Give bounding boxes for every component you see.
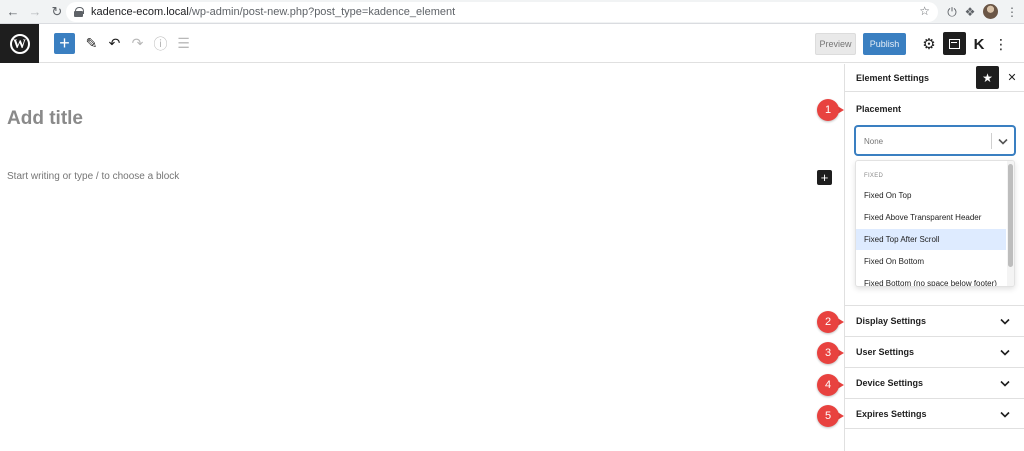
panel-label: User Settings — [856, 347, 915, 357]
chevron-down-icon[interactable] — [997, 376, 1013, 390]
dropdown-option[interactable]: Fixed Bottom (no space below footer) — [856, 273, 1006, 286]
lock-icon — [74, 7, 84, 17]
power-icon[interactable]: ⏻ — [943, 3, 961, 21]
browser-toolbar: ← → ↻ kadence-ecom.local/wp-admin/post-n… — [0, 0, 1024, 24]
placement-dropdown-menu: FIXED Fixed On Top Fixed Above Transpare… — [855, 160, 1015, 287]
bookmark-star-icon[interactable]: ☆ — [919, 4, 930, 18]
chevron-down-icon[interactable] — [997, 407, 1013, 421]
panel-label: Expires Settings — [856, 409, 927, 419]
panel-display-settings[interactable]: Display Settings — [845, 305, 1024, 336]
publish-button[interactable]: Publish — [863, 33, 906, 55]
browser-menu-icon[interactable]: ⋮ — [1003, 3, 1021, 21]
wordpress-logo-icon[interactable]: W — [0, 24, 39, 63]
editor-toolbar: W + ✎ ↶ ↷ ⓘ ☰ Preview Publish ⚙ K ⋮ — [0, 24, 1024, 63]
select-separator — [991, 133, 992, 149]
settings-sidebar: Element Settings ★ ✕ Placement None FIXE… — [844, 64, 1024, 451]
editor-canvas: Add title Start writing or type / to cho… — [0, 64, 844, 451]
address-bar[interactable]: kadence-ecom.local/wp-admin/post-new.php… — [66, 2, 938, 22]
preview-button[interactable]: Preview — [815, 33, 856, 55]
dropdown-option[interactable]: Fixed On Bottom — [856, 251, 1006, 272]
panel-expires-settings[interactable]: Expires Settings — [845, 398, 1024, 429]
panel-device-settings[interactable]: Device Settings — [845, 367, 1024, 398]
sidebar-title: Element Settings — [856, 73, 930, 83]
callout-marker-4: 4 — [817, 374, 845, 396]
sidebar-header: Element Settings ★ ✕ — [845, 64, 1024, 92]
callout-marker-3: 3 — [817, 342, 845, 364]
element-settings-toggle-icon[interactable] — [943, 32, 966, 55]
callout-marker-2: 2 — [817, 311, 845, 333]
callout-number: 4 — [817, 374, 839, 396]
chevron-down-icon[interactable] — [997, 314, 1013, 328]
reload-icon[interactable]: ↻ — [48, 3, 66, 21]
gear-icon[interactable]: ⚙ — [919, 34, 939, 54]
undo-icon[interactable]: ↶ — [104, 33, 125, 54]
kadence-k-icon[interactable]: K — [970, 34, 988, 54]
panel-label: Display Settings — [856, 316, 927, 326]
panel-user-settings[interactable]: User Settings — [845, 336, 1024, 367]
placement-selected-value: None — [864, 137, 884, 146]
url-path: /wp-admin/post-new.php?post_type=kadence… — [188, 6, 456, 18]
block-placeholder[interactable]: Start writing or type / to choose a bloc… — [7, 171, 179, 182]
callout-marker-1: 1 — [817, 99, 845, 121]
dropdown-option-highlighted[interactable]: Fixed Top After Scroll — [856, 229, 1006, 250]
list-view-icon[interactable]: ☰ — [173, 33, 194, 54]
dropdown-option[interactable]: Fixed Above Transparent Header — [856, 207, 1006, 228]
inline-add-block-icon[interactable]: + — [817, 170, 832, 185]
callout-number: 2 — [817, 311, 839, 333]
dropdown-option[interactable]: Fixed On Top — [856, 185, 1006, 206]
back-arrow-icon[interactable]: ← — [4, 3, 22, 21]
callout-marker-5: 5 — [817, 405, 845, 427]
placement-label: Placement — [856, 104, 902, 114]
more-options-icon[interactable]: ⋮ — [994, 34, 1008, 54]
url-host: kadence-ecom.local — [91, 6, 189, 18]
callout-number: 1 — [817, 99, 839, 121]
placement-select[interactable]: None — [855, 126, 1015, 155]
chevron-down-icon[interactable] — [997, 345, 1013, 359]
callout-number: 5 — [817, 405, 839, 427]
forward-arrow-icon[interactable]: → — [26, 3, 44, 21]
star-icon[interactable]: ★ — [976, 66, 999, 89]
block-inserter-plus-icon[interactable]: + — [54, 33, 75, 54]
dropdown-scrollbar[interactable] — [1008, 164, 1013, 267]
callout-number: 3 — [817, 342, 839, 364]
dropdown-group-label: FIXED — [864, 173, 884, 179]
info-icon[interactable]: ⓘ — [150, 33, 171, 54]
close-icon[interactable]: ✕ — [1005, 70, 1019, 84]
post-title-field[interactable]: Add title — [7, 108, 83, 130]
profile-avatar[interactable] — [983, 4, 998, 19]
edit-pencil-icon[interactable]: ✎ — [81, 33, 102, 54]
puzzle-extension-icon[interactable]: ❖ — [961, 3, 979, 21]
chevron-down-icon[interactable] — [995, 133, 1011, 149]
panel-label: Device Settings — [856, 378, 924, 388]
redo-icon[interactable]: ↷ — [127, 33, 148, 54]
